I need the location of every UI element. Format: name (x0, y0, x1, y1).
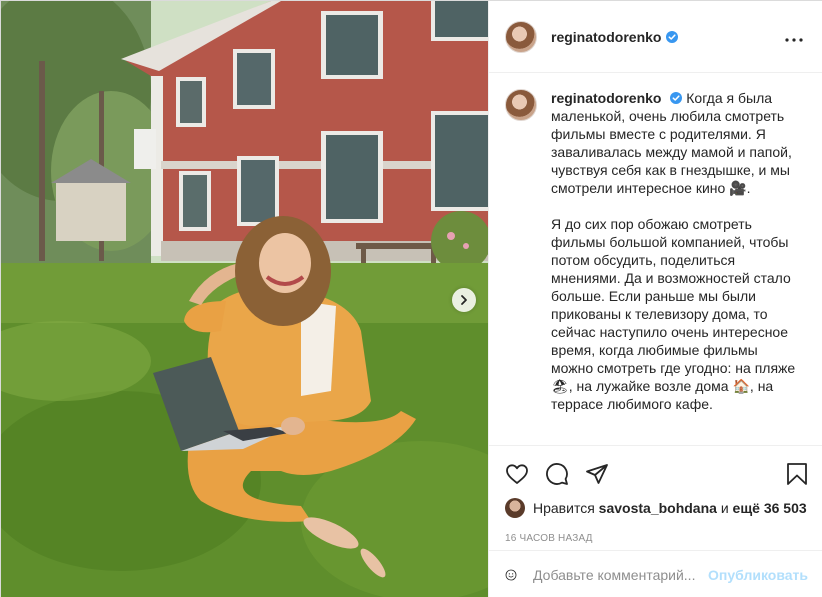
comment-button[interactable] (545, 454, 585, 494)
post-header: reginatodorenko (489, 1, 822, 73)
author-username[interactable]: reginatodorenko (551, 29, 661, 45)
post-timestamp[interactable]: 16 ЧАСОВ НАЗАД (505, 528, 808, 550)
action-icons-row (505, 454, 808, 494)
add-comment-form: Опубликовать (489, 550, 822, 597)
photo-illustration (1, 1, 488, 597)
caption-paragraph: Я до сих пор обожаю смотреть фильмы боль… (551, 216, 796, 412)
heart-icon (506, 464, 528, 484)
comment-bubble-icon (546, 463, 568, 485)
next-photo-button[interactable] (452, 288, 476, 312)
chevron-right-icon (461, 295, 467, 305)
caption-text: reginatodorenko Когда я была маленькой, … (551, 89, 801, 413)
publish-button[interactable]: Опубликовать (708, 567, 808, 583)
liker-username[interactable]: savosta_bohdana (599, 500, 717, 516)
post-photo[interactable] (1, 1, 488, 597)
likes-connector: и (720, 500, 729, 516)
verified-badge-icon (666, 30, 679, 43)
likes-prefix: Нравится (533, 500, 595, 516)
author-avatar[interactable] (505, 20, 537, 53)
more-options-button[interactable] (781, 27, 807, 46)
more-dots-icon (785, 38, 803, 42)
likes-summary: Нравится savosta_bohdana и ещё 36 503 (505, 494, 808, 522)
verified-badge-icon (670, 92, 683, 104)
smiley-icon[interactable] (505, 563, 517, 587)
paper-plane-icon (586, 464, 608, 484)
bookmark-icon (787, 463, 807, 485)
caption-author-avatar[interactable] (505, 89, 537, 121)
caption-author-username[interactable]: reginatodorenko (551, 90, 661, 106)
comment-input[interactable] (533, 566, 709, 583)
likes-count-link[interactable]: ещё 36 503 (733, 500, 807, 516)
save-button[interactable] (778, 454, 808, 494)
post-actions: Нравится savosta_bohdana и ещё 36 503 16… (489, 445, 822, 550)
like-button[interactable] (505, 454, 545, 494)
share-button[interactable] (585, 454, 625, 494)
caption-area: reginatodorenko Когда я была маленькой, … (489, 73, 822, 445)
liker-avatar[interactable] (505, 498, 525, 518)
caption-comment: reginatodorenko Когда я была маленькой, … (505, 89, 807, 413)
instagram-post: reginatodorenko reginatodorenko Когда я … (0, 0, 822, 597)
post-side-panel: reginatodorenko reginatodorenko Когда я … (488, 1, 822, 597)
